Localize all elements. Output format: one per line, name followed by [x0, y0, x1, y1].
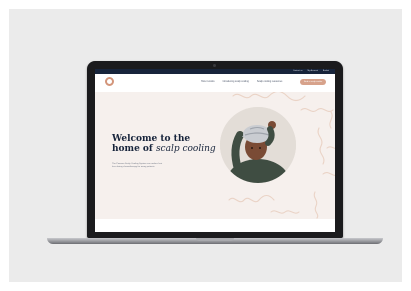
content-strip — [95, 219, 335, 232]
laptop-base — [47, 238, 383, 244]
hero-section: Welcome to the home of scalp cooling The… — [95, 92, 335, 219]
hero-title-line-1: Welcome to the — [112, 134, 191, 144]
woman-with-cooling-cap-image — [220, 107, 296, 183]
laptop-lid: Contact us My Account Basket How it work… — [87, 61, 343, 238]
nav-item-how-it-works[interactable]: How it works — [201, 80, 215, 84]
hero-description: The Paxman Scalp Cooling System can redu… — [112, 163, 163, 169]
hero-title-emphasis: scalp cooling — [155, 144, 216, 154]
logo-ring-icon[interactable] — [105, 77, 114, 86]
hero-title-plain: home of — [112, 144, 156, 154]
nav-item-introducing[interactable]: Introducing scalp cooling — [223, 80, 249, 84]
main-nav: How it works Introducing scalp cooling S… — [201, 80, 282, 84]
hero-title: Welcome to the home of scalp cooling — [112, 134, 222, 154]
find-scalp-cooler-button[interactable]: Find a scalp cooler — [300, 79, 326, 85]
webcam-icon — [213, 64, 216, 67]
hero-title-line-2: home of scalp cooling — [112, 144, 222, 154]
mockup-background: Contact us My Account Basket How it work… — [9, 9, 402, 282]
laptop-screen: Contact us My Account Basket How it work… — [95, 69, 335, 232]
nav-item-resources[interactable]: Scalp cooling resources — [257, 80, 282, 84]
site-header: How it works Introducing scalp cooling S… — [95, 74, 335, 92]
laptop-notch — [196, 238, 234, 241]
hero-photo — [220, 107, 296, 183]
